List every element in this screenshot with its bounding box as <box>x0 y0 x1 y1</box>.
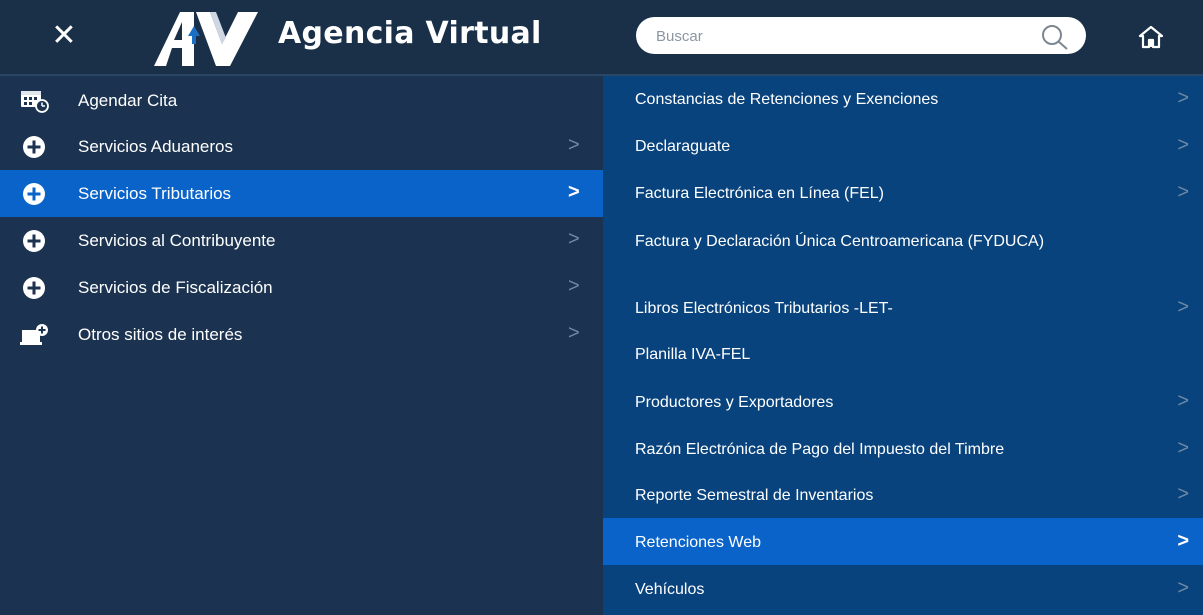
submenu-item-declaraguate[interactable]: Declaraguate > <box>603 123 1203 170</box>
agencia-virtual-logo <box>154 12 258 66</box>
submenu-servicios-tributarios: Constancias de Retenciones y Exenciones … <box>603 76 1203 615</box>
submenu-item-label: Constancias de Retenciones y Exenciones <box>635 91 939 108</box>
submenu-item-razon-electronica[interactable]: Razón Electrónica de Pago del Impuesto d… <box>603 425 1203 472</box>
submenu-item-label: Productores y Exportadores <box>635 394 834 411</box>
submenu-item-label: Vehículos <box>635 581 705 598</box>
menu-item-label: Servicios Tributarios <box>78 184 232 203</box>
submenu-item-productores[interactable]: Productores y Exportadores > <box>603 378 1203 425</box>
chevron-right-icon: > <box>568 181 580 203</box>
plus-circle-icon <box>23 136 45 158</box>
search-input[interactable] <box>654 23 1038 49</box>
submenu-item-fel[interactable]: Factura Electrónica en Línea (FEL) > <box>603 170 1203 217</box>
menu-item-agendar-cita[interactable]: Agendar Cita <box>0 78 603 124</box>
menu-item-servicios-aduaneros[interactable]: Servicios Aduaneros > <box>0 124 603 170</box>
close-menu-button[interactable]: ✕ <box>50 21 78 51</box>
menu-item-servicios-tributarios[interactable]: Servicios Tributarios > <box>0 170 603 217</box>
plus-circle-icon <box>23 277 45 299</box>
home-icon[interactable] <box>1138 24 1164 50</box>
submenu-item-label: Factura Electrónica en Línea (FEL) <box>635 185 885 202</box>
plus-circle-icon <box>23 183 45 205</box>
computer-plus-icon <box>20 324 48 345</box>
submenu-item-label: Retenciones Web <box>635 534 761 551</box>
plus-circle-icon <box>23 230 45 252</box>
search-icon[interactable] <box>1040 23 1070 51</box>
search-box[interactable] <box>636 17 1086 54</box>
menu-item-servicios-de-fiscalizacion[interactable]: Servicios de Fiscalización > <box>0 265 603 311</box>
chevron-right-icon: > <box>1177 390 1189 412</box>
submenu-item-label: Planilla IVA-FEL <box>635 346 751 363</box>
submenu-item-libros-electronicos[interactable]: Libros Electrónicos Tributarios -LET- > <box>603 284 1203 331</box>
submenu-item-planilla-iva-fel[interactable]: Planilla IVA-FEL <box>603 331 1203 378</box>
submenu-item-label: Factura y Declaración Única Centroameric… <box>635 233 1045 250</box>
menu-item-otros-sitios[interactable]: Otros sitios de interés > <box>0 312 603 358</box>
chevron-right-icon: > <box>568 228 580 250</box>
chevron-right-icon: > <box>1177 437 1189 459</box>
top-bar: ✕ Agencia Virtual <box>0 0 1203 76</box>
menu-item-label: Agendar Cita <box>78 91 178 110</box>
submenu-item-label: Reporte Semestral de Inventarios <box>635 487 874 504</box>
menu-item-label: Servicios Aduaneros <box>78 137 233 156</box>
app-title: Agencia Virtual <box>278 16 542 51</box>
main-menu: Agendar Cita Servicios Aduaneros > Servi… <box>0 76 603 615</box>
submenu-item-retenciones-web[interactable]: Retenciones Web > <box>603 518 1203 565</box>
chevron-right-icon: > <box>568 322 580 344</box>
submenu-item-reporte-semestral[interactable]: Reporte Semestral de Inventarios > <box>603 472 1203 518</box>
chevron-right-icon: > <box>1177 577 1189 599</box>
chevron-right-icon: > <box>568 134 580 156</box>
chevron-right-icon: > <box>1177 181 1189 203</box>
menu-item-servicios-al-contribuyente[interactable]: Servicios al Contribuyente > <box>0 218 603 264</box>
chevron-right-icon: > <box>1177 134 1189 156</box>
chevron-right-icon: > <box>1177 530 1189 552</box>
submenu-item-constancias[interactable]: Constancias de Retenciones y Exenciones … <box>603 76 1203 123</box>
submenu-item-label: Declaraguate <box>635 138 731 155</box>
menu-item-label: Servicios de Fiscalización <box>78 278 273 297</box>
chevron-right-icon: > <box>568 275 580 297</box>
chevron-right-icon: > <box>1177 296 1189 318</box>
chevron-right-icon: > <box>1177 483 1189 505</box>
submenu-item-label: Razón Electrónica de Pago del Impuesto d… <box>635 441 1005 458</box>
calendar-clock-icon <box>21 91 49 113</box>
submenu-item-vehiculos[interactable]: Vehículos > <box>603 565 1203 615</box>
menu-item-label: Otros sitios de interés <box>78 325 243 344</box>
submenu-item-fyduca[interactable]: Factura y Declaración Única Centroameric… <box>603 217 1203 284</box>
chevron-right-icon: > <box>1177 87 1189 109</box>
menu-item-label: Servicios al Contribuyente <box>78 231 276 250</box>
submenu-item-label: Libros Electrónicos Tributarios -LET- <box>635 300 893 317</box>
